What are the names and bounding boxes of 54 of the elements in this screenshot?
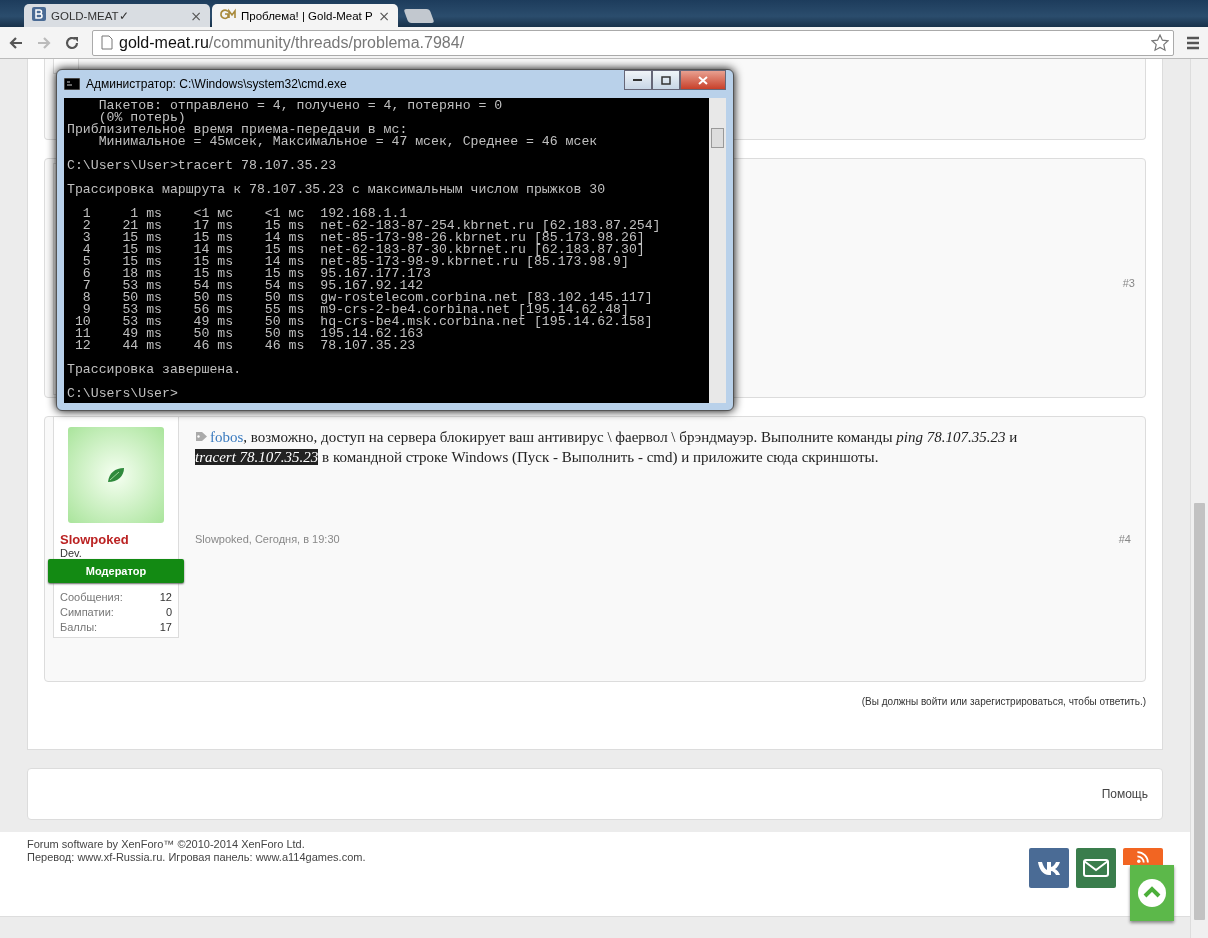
stat-label: Баллы: <box>60 621 98 633</box>
browser-tab[interactable]: Проблема! | Gold-Meat P × <box>212 4 398 27</box>
stat-value: 0 <box>165 606 172 618</box>
browser-tab[interactable]: GOLD-MEAT✓ × <box>24 4 210 27</box>
post-message: fobos, возможно, доступ на сервера блокирует ваш антивирус \ фаервол \ брэндмауэр. Выполните команды ping 78.107.35.23 и tracert 78.107.35.23 в командной строке Windows (Пуск - Выполнить - cmd) и приложите сюда скриншоты. <box>195 428 1019 467</box>
username[interactable]: Slowpoked <box>54 523 178 547</box>
mail-icon <box>1083 859 1109 877</box>
tab-title: GOLD-MEAT✓ <box>51 8 130 23</box>
post-number[interactable]: #4 <box>1118 533 1131 545</box>
vk-logo <box>1037 861 1061 875</box>
back-icon[interactable] <box>8 34 24 51</box>
help-link[interactable]: Помощь <box>1101 787 1148 801</box>
login-notice: (Вы должны войти или зарегистрироваться, чтобы ответить.) <box>861 696 1146 707</box>
window-title: Администратор: C:\Windows\system32\cmd.exe <box>86 77 348 91</box>
page-icon <box>101 35 113 50</box>
menu-icon[interactable] <box>1186 35 1200 50</box>
tag-icon <box>195 431 208 442</box>
leaf-icon <box>107 467 125 483</box>
console-icon <box>64 78 80 90</box>
chevron-up-icon <box>1137 878 1167 908</box>
mail-button[interactable] <box>1076 848 1116 888</box>
stat-value: 12 <box>159 591 172 603</box>
console-output: Пакетов: отправлено = 4, получено = 4, потеряно = 0 (0% потерь) Приблизительное время приема-передачи в мс: Минимальное = 45мсек, Максимальное = 47 мсек, Среднее = 46 мсек C:\Users\User>tracert 78.107.35.23 Трассировка маршрута к 78.107.35.23 с максимальным числом прыжков 30 1 1 ms <1 мс <1 мс 192.168.1.1 2 21 ms 17 ms 15 ms net-62-183-87-254.kbrnet.ru [62.183.87.254] 3 15 ms 15 ms 14 ms net-85-173-98-26.kbrnet.ru [85.173.98.26] 4 15 ms 14 ms 15 ms net-62-183-87-30.kbrnet.ru [62.183.87.30] 5 15 ms 15 ms 14 ms net-85-173-98-9.kbrnet.ru [85.173.98.9] 6 18 ms 15 ms 15 ms 95.167.177.173 7 53 ms 54 ms 54 ms 95.167.92.142 8 50 ms 50 ms 50 ms gw-rostelecom.corbina.net [83.102.145.117] 9 53 ms 56 ms 55 ms m9-crs-2-be4.corbina.net [195.14.62.48] 10 53 ms 49 ms 50 ms hq-crs-be4.msk.corbina.net [195.14.62.158] 11 49 ms 50 ms 50 ms 195.14.62.163 12 44 ms 46 ms 46 ms 78.107.35.23 Трассировка завершена. C:\Users\User> <box>66 98 662 403</box>
close-button[interactable] <box>680 70 726 90</box>
stat-label: Сообщения: <box>60 591 123 603</box>
tab-title: Проблема! | Gold-Meat P <box>241 9 374 22</box>
rss-button[interactable] <box>1123 848 1163 865</box>
console-scrollbar[interactable] <box>709 98 726 403</box>
copyright-text: Forum software by XenForo™ ©2010-2014 XenForo Ltd. <box>27 838 306 850</box>
stat-value: 17 <box>159 621 172 633</box>
minimize-button[interactable] <box>624 70 652 90</box>
reload-icon[interactable] <box>64 34 80 51</box>
post-number[interactable]: #3 <box>1122 277 1135 289</box>
maximize-button[interactable] <box>652 70 680 90</box>
star-icon[interactable] <box>1151 33 1169 52</box>
credits-text: Перевод: www.xf-Russia.ru. Игровая панель: www.a114games.com. <box>27 851 366 863</box>
url-host: gold-meat.ru <box>119 33 209 51</box>
post-meta[interactable]: Slowpoked, Сегодня, в 19:30 <box>195 533 340 545</box>
close-icon <box>698 75 708 85</box>
maximize-icon <box>661 75 671 85</box>
minimize-icon <box>633 78 643 82</box>
user-title: Dev. <box>59 547 83 559</box>
stat-label: Симпатии: <box>60 606 114 618</box>
url-path: /community/threads/problema.7984/ <box>208 33 465 51</box>
address-bar[interactable]: gold-meat.ru/community/threads/problema.7984/ <box>92 29 1174 56</box>
vk-button[interactable] <box>1029 848 1069 888</box>
back-to-top-button[interactable] <box>1130 865 1174 921</box>
moderator-banner: Модератор <box>48 559 184 583</box>
rss-icon <box>1136 850 1150 864</box>
new-tab-button[interactable] <box>403 9 435 23</box>
tab-close-button[interactable]: × <box>190 7 202 24</box>
tab-close-button[interactable]: × <box>378 7 390 24</box>
scrollbar[interactable] <box>1190 59 1208 938</box>
vk-favicon-icon <box>32 7 46 24</box>
